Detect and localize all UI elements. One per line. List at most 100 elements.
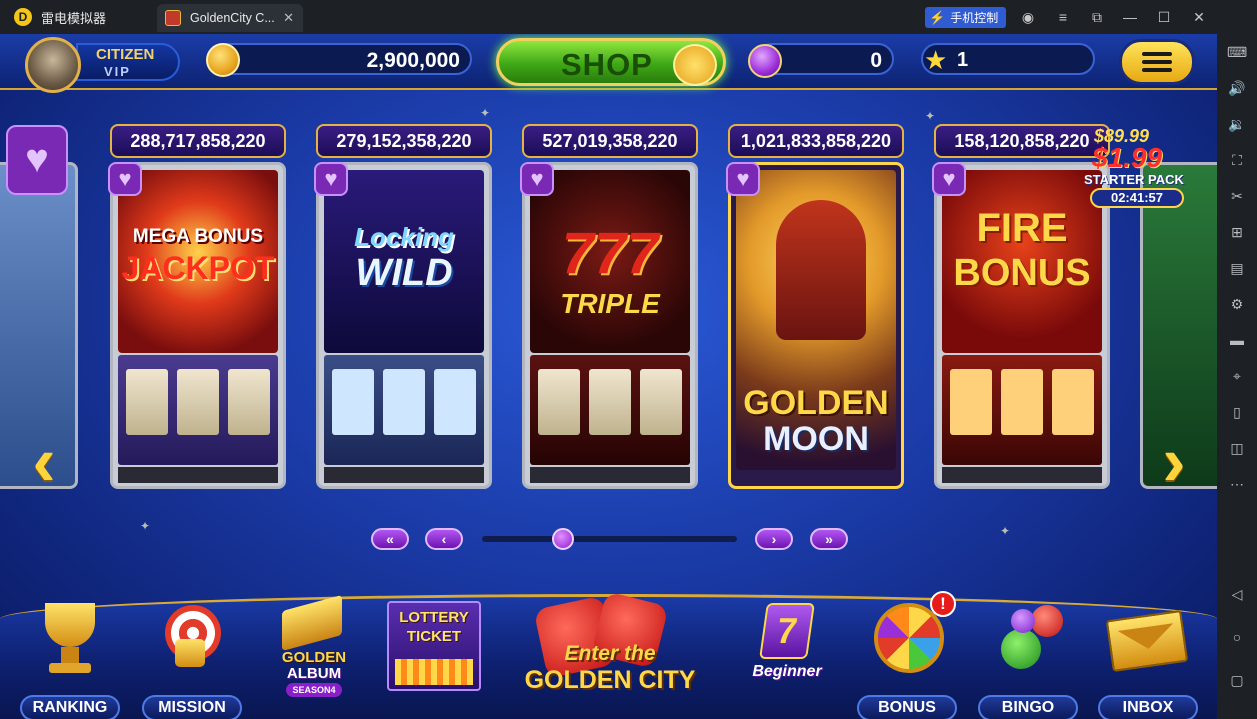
keyboard-icon[interactable]: ⌨ xyxy=(1227,42,1247,62)
reel xyxy=(589,369,631,435)
avatar[interactable] xyxy=(25,37,81,93)
carousel-prev-arrow-icon[interactable]: ‹ xyxy=(20,426,68,496)
volume-up-icon[interactable]: 🔊 xyxy=(1227,78,1247,98)
account-icon[interactable]: ◉ xyxy=(1019,8,1037,26)
folder-icon[interactable]: ▬ xyxy=(1227,330,1247,350)
first-page-button[interactable]: « xyxy=(371,528,409,550)
vip-title: CITIZEN xyxy=(96,46,155,63)
more-icon[interactable]: ⋯ xyxy=(1227,474,1247,494)
reel xyxy=(640,369,682,435)
control-panel xyxy=(324,467,484,483)
add-instance-icon[interactable]: ⊞ xyxy=(1227,222,1247,242)
nav-beginner[interactable]: 7 Beginner xyxy=(733,599,843,719)
game-screen: ✦ ✦ ✦ ✦ CITIZEN VIP 2,900,000 SHOP 0 1 ★ xyxy=(0,34,1217,719)
beginner-slot-icon: 7 Beginner xyxy=(752,599,823,689)
back-icon[interactable]: ◁ xyxy=(1227,584,1247,604)
nav-mission[interactable]: MISSION xyxy=(137,599,247,719)
beginner-label: Beginner xyxy=(752,663,822,680)
machine-card[interactable]: 777 TRIPLE xyxy=(522,162,698,489)
gift-icon xyxy=(673,44,717,86)
reel xyxy=(1052,369,1094,435)
nav-ranking[interactable]: RANKING xyxy=(15,599,125,719)
machine-title-line1: FIRE xyxy=(976,206,1068,250)
pin-window-icon[interactable]: ⧉ xyxy=(1088,8,1106,26)
phone-control-button[interactable]: ⚡ 手机控制 xyxy=(925,7,1007,28)
favorite-heart-icon[interactable]: ♥ xyxy=(6,125,68,195)
menu-icon[interactable]: ≡ xyxy=(1054,8,1072,26)
reels-preview xyxy=(324,355,484,465)
control-panel xyxy=(942,467,1102,483)
next-page-button[interactable]: › xyxy=(755,528,793,550)
machine-art: FIRE BONUS xyxy=(942,170,1102,353)
shop-label: SHOP xyxy=(561,47,653,82)
favorite-heart-icon[interactable]: ♥ xyxy=(108,162,142,196)
golden-city-label: GOLDEN CITY xyxy=(524,666,696,694)
close-window-icon[interactable]: ✕ xyxy=(1190,8,1208,26)
enter-label: Enter the xyxy=(564,642,656,665)
lottery-line2: TICKET xyxy=(406,628,462,645)
favorite-heart-icon[interactable]: ♥ xyxy=(932,162,966,196)
vip-level: VIP xyxy=(104,64,131,79)
nav-enter-golden-city[interactable]: Enter the GOLDEN CITY xyxy=(490,554,730,719)
carousel-next-arrow-icon[interactable]: › xyxy=(1150,426,1198,496)
lottery-line1: LOTTERY xyxy=(399,609,469,626)
nav-golden-album[interactable]: GOLDEN ALBUM SEASON4 xyxy=(258,594,368,719)
reel xyxy=(538,369,580,435)
reels-preview xyxy=(942,355,1102,465)
screenshot-icon[interactable]: ✂ xyxy=(1227,186,1247,206)
reel xyxy=(228,369,270,435)
promo-timer: 02:41:57 xyxy=(1090,188,1184,208)
multi-window-icon[interactable]: ◫ xyxy=(1227,438,1247,458)
sparkle-icon: ✦ xyxy=(925,109,936,123)
favorite-heart-icon[interactable]: ♥ xyxy=(520,162,554,196)
location-icon[interactable]: ⌖ xyxy=(1227,366,1247,386)
maximize-icon[interactable]: ☐ xyxy=(1155,8,1173,26)
favorite-heart-icon[interactable]: ♥ xyxy=(726,162,760,196)
minimize-icon[interactable]: — xyxy=(1121,8,1139,26)
apk-install-icon[interactable]: ▤ xyxy=(1227,258,1247,278)
fullscreen-icon[interactable]: ⛶ xyxy=(1227,150,1247,170)
nav-bingo[interactable]: BINGO xyxy=(973,599,1083,719)
starter-pack-promo[interactable]: $89.99 $1.99 STARTER PACK 02:41:57 xyxy=(1082,126,1192,212)
close-tab-icon[interactable]: ✕ xyxy=(283,10,294,26)
carousel-slider[interactable] xyxy=(482,536,737,542)
nav-label: MISSION xyxy=(142,695,242,719)
shake-icon[interactable]: ▯ xyxy=(1227,402,1247,422)
last-page-button[interactable]: » xyxy=(810,528,848,550)
machine-art: 777 TRIPLE xyxy=(530,170,690,353)
machine-card[interactable]: GOLDEN MOON xyxy=(728,162,904,489)
nav-bonus[interactable]: BONUS ! xyxy=(852,591,962,719)
emulator-app-name: 雷电模拟器 xyxy=(41,10,107,26)
coin-balance: 2,900,000 xyxy=(214,43,472,75)
shop-button[interactable]: SHOP xyxy=(496,38,726,86)
control-panel xyxy=(118,467,278,483)
tab-goldencity[interactable]: GoldenCity C... ✕ xyxy=(157,4,303,32)
home-icon[interactable]: ○ xyxy=(1227,627,1247,647)
machine-card[interactable]: Locking WILD xyxy=(316,162,492,489)
tab-label: GoldenCity C... xyxy=(190,11,275,25)
vip-badge[interactable]: CITIZEN VIP xyxy=(76,43,180,81)
reel xyxy=(383,369,425,435)
emulator-titlebar: D 雷电模拟器 GoldenCity C... ✕ ⚡ 手机控制 ◉ ≡ ⧉ —… xyxy=(0,0,1257,34)
phone-control-label: 手机控制 xyxy=(950,11,999,25)
favorite-heart-icon[interactable]: ♥ xyxy=(314,162,348,196)
nav-inbox[interactable]: INBOX xyxy=(1093,599,1203,719)
menu-bar xyxy=(1142,60,1172,64)
machine-art: GOLDEN MOON xyxy=(736,170,896,470)
star-icon: ★ xyxy=(924,45,948,75)
reel xyxy=(434,369,476,435)
coin-icon xyxy=(206,43,240,77)
main-menu-button[interactable] xyxy=(1119,39,1195,85)
recent-apps-icon[interactable]: ▢ xyxy=(1227,670,1247,690)
settings-icon[interactable]: ⚙ xyxy=(1227,294,1247,314)
volume-down-icon[interactable]: 🔉 xyxy=(1227,114,1247,134)
machine-title-line1: 777 xyxy=(561,221,659,286)
reel xyxy=(332,369,374,435)
prev-page-button[interactable]: ‹ xyxy=(425,528,463,550)
machine-card[interactable]: MEGA BONUS JACKPOT xyxy=(110,162,286,489)
machine-title-line1: MEGA BONUS xyxy=(132,226,264,247)
jackpot-amount: 279,152,358,220 xyxy=(316,124,492,158)
carousel-slider-thumb[interactable] xyxy=(551,528,574,550)
sparkle-icon: ✦ xyxy=(140,519,151,533)
nav-lottery-ticket[interactable]: LOTTERY TICKET xyxy=(383,599,493,719)
